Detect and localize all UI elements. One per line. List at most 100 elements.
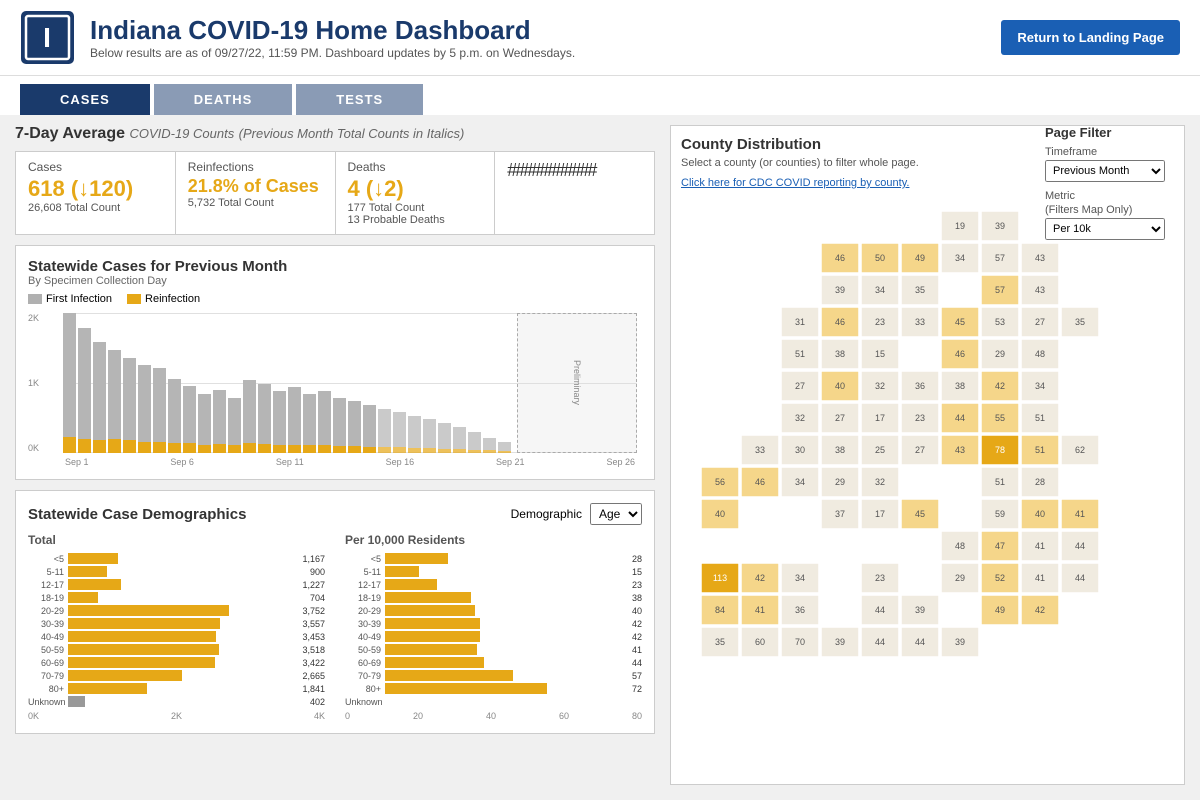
demographic-select[interactable]: Age <box>590 503 642 525</box>
svg-text:84: 84 <box>715 605 725 615</box>
svg-text:47: 47 <box>995 541 1005 551</box>
map-svg: 19 39 46 50 49 34 57 <box>681 201 1101 681</box>
svg-text:23: 23 <box>875 573 885 583</box>
x-label-sep11: Sep 11 <box>276 457 304 467</box>
cases-label: Cases <box>28 160 163 174</box>
per10k-label: Per 10,000 Residents <box>345 533 642 547</box>
metric-select[interactable]: Per 10k <box>1045 218 1165 240</box>
svg-text:36: 36 <box>915 381 925 391</box>
svg-text:57: 57 <box>995 253 1005 263</box>
per10k-axis-0: 0 <box>345 711 350 721</box>
svg-text:40: 40 <box>715 509 725 519</box>
deaths-stat: Deaths 4 (↓2) 177 Total Count 13 Probabl… <box>336 152 496 234</box>
per10k-bar-row: 20-29 40 <box>345 605 642 616</box>
cdc-link[interactable]: Click here for CDC COVID reporting by co… <box>681 177 909 189</box>
svg-text:25: 25 <box>875 445 885 455</box>
tab-cases[interactable]: CASES <box>20 84 150 115</box>
page-subtitle: Below results are as of 09/27/22, 11:59 … <box>90 46 575 60</box>
timeframe-label: Timeframe <box>1045 146 1185 158</box>
svg-text:45: 45 <box>955 317 965 327</box>
total-bar-row: 40-49 3,453 <box>28 631 325 642</box>
svg-text:27: 27 <box>835 413 845 423</box>
svg-text:39: 39 <box>955 637 965 647</box>
reinfection-legend-label: Reinfection <box>145 293 200 305</box>
svg-text:57: 57 <box>995 285 1005 295</box>
svg-text:43: 43 <box>955 445 965 455</box>
svg-text:41: 41 <box>1035 541 1045 551</box>
page-title: Indiana COVID-19 Home Dashboard <box>90 15 575 46</box>
total-bar-row: 50-59 3,518 <box>28 644 325 655</box>
svg-text:15: 15 <box>875 349 885 359</box>
total-chart: Total <5 1,1675-11 90012-17 1,22718-19 7… <box>28 533 325 721</box>
svg-text:45: 45 <box>915 509 925 519</box>
svg-text:29: 29 <box>995 349 1005 359</box>
deaths-sub2: 13 Probable Deaths <box>348 214 483 226</box>
svg-text:38: 38 <box>835 349 845 359</box>
indiana-logo: I <box>20 10 75 65</box>
chart-title: Statewide Cases for Previous Month <box>28 258 642 275</box>
svg-text:46: 46 <box>955 349 965 359</box>
svg-text:29: 29 <box>955 573 965 583</box>
svg-text:19: 19 <box>955 221 965 231</box>
reinfections-stat: Reinfections 21.8% of Cases 5,732 Total … <box>176 152 336 234</box>
x-label-sep16: Sep 16 <box>386 457 415 467</box>
cases-sub: 26,608 Total Count <box>28 202 163 214</box>
svg-text:44: 44 <box>955 413 965 423</box>
per10k-bar-row: 30-39 42 <box>345 618 642 629</box>
svg-text:113: 113 <box>713 573 727 583</box>
svg-text:51: 51 <box>1035 413 1045 423</box>
x-label-sep6: Sep 6 <box>170 457 194 467</box>
reinfections-label: Reinfections <box>188 160 323 174</box>
svg-text:51: 51 <box>1035 445 1045 455</box>
y-label-2k: 2K <box>28 313 39 323</box>
deaths-value: 4 (↓2) <box>348 176 483 202</box>
deaths-label: Deaths <box>348 160 483 174</box>
svg-text:39: 39 <box>835 285 845 295</box>
svg-text:32: 32 <box>795 413 805 423</box>
svg-text:27: 27 <box>915 445 925 455</box>
per10k-bar-row: 12-17 23 <box>345 579 642 590</box>
svg-text:49: 49 <box>995 605 1005 615</box>
svg-text:36: 36 <box>795 605 805 615</box>
svg-text:17: 17 <box>875 509 885 519</box>
svg-text:52: 52 <box>995 573 1005 583</box>
return-button[interactable]: Return to Landing Page <box>1001 20 1180 55</box>
svg-text:50: 50 <box>875 253 885 263</box>
svg-text:41: 41 <box>755 605 765 615</box>
tab-deaths[interactable]: DEATHS <box>154 84 292 115</box>
svg-text:23: 23 <box>915 413 925 423</box>
per10k-axis-40: 40 <box>486 711 496 721</box>
svg-text:33: 33 <box>915 317 925 327</box>
svg-text:43: 43 <box>1035 285 1045 295</box>
svg-text:34: 34 <box>875 285 885 295</box>
deaths-sub1: 177 Total Count <box>348 202 483 214</box>
legend-first-infection: First Infection <box>28 293 112 305</box>
tab-tests[interactable]: TESTS <box>296 84 423 115</box>
svg-text:42: 42 <box>755 573 765 583</box>
svg-text:59: 59 <box>995 509 1005 519</box>
svg-text:34: 34 <box>795 477 805 487</box>
demo-filter-label: Demographic <box>511 507 582 521</box>
svg-text:60: 60 <box>755 637 765 647</box>
svg-text:28: 28 <box>1035 477 1045 487</box>
svg-text:35: 35 <box>915 285 925 295</box>
svg-text:42: 42 <box>995 381 1005 391</box>
svg-text:51: 51 <box>995 477 1005 487</box>
svg-text:39: 39 <box>995 221 1005 231</box>
metric-label: Metric <box>1045 190 1185 202</box>
per10k-bar-row: 70-79 57 <box>345 670 642 681</box>
first-infection-legend-box <box>28 294 42 304</box>
timeframe-select[interactable]: Previous Month <box>1045 160 1165 182</box>
svg-text:40: 40 <box>1035 509 1045 519</box>
svg-text:29: 29 <box>835 477 845 487</box>
cases-value: 618 (↓120) <box>28 176 163 202</box>
per10k-chart: Per 10,000 Residents <5 285-11 1512-17 2… <box>345 533 642 721</box>
statewide-chart-section: Statewide Cases for Previous Month By Sp… <box>15 245 655 480</box>
per10k-bar-row: Unknown <box>345 696 642 707</box>
stats-row: Cases 618 (↓120) 26,608 Total Count Rein… <box>15 151 655 235</box>
metric-sublabel: (Filters Map Only) <box>1045 204 1185 216</box>
svg-text:48: 48 <box>955 541 965 551</box>
x-label-sep21: Sep 21 <box>496 457 525 467</box>
per10k-bar-row: 40-49 42 <box>345 631 642 642</box>
svg-text:23: 23 <box>875 317 885 327</box>
